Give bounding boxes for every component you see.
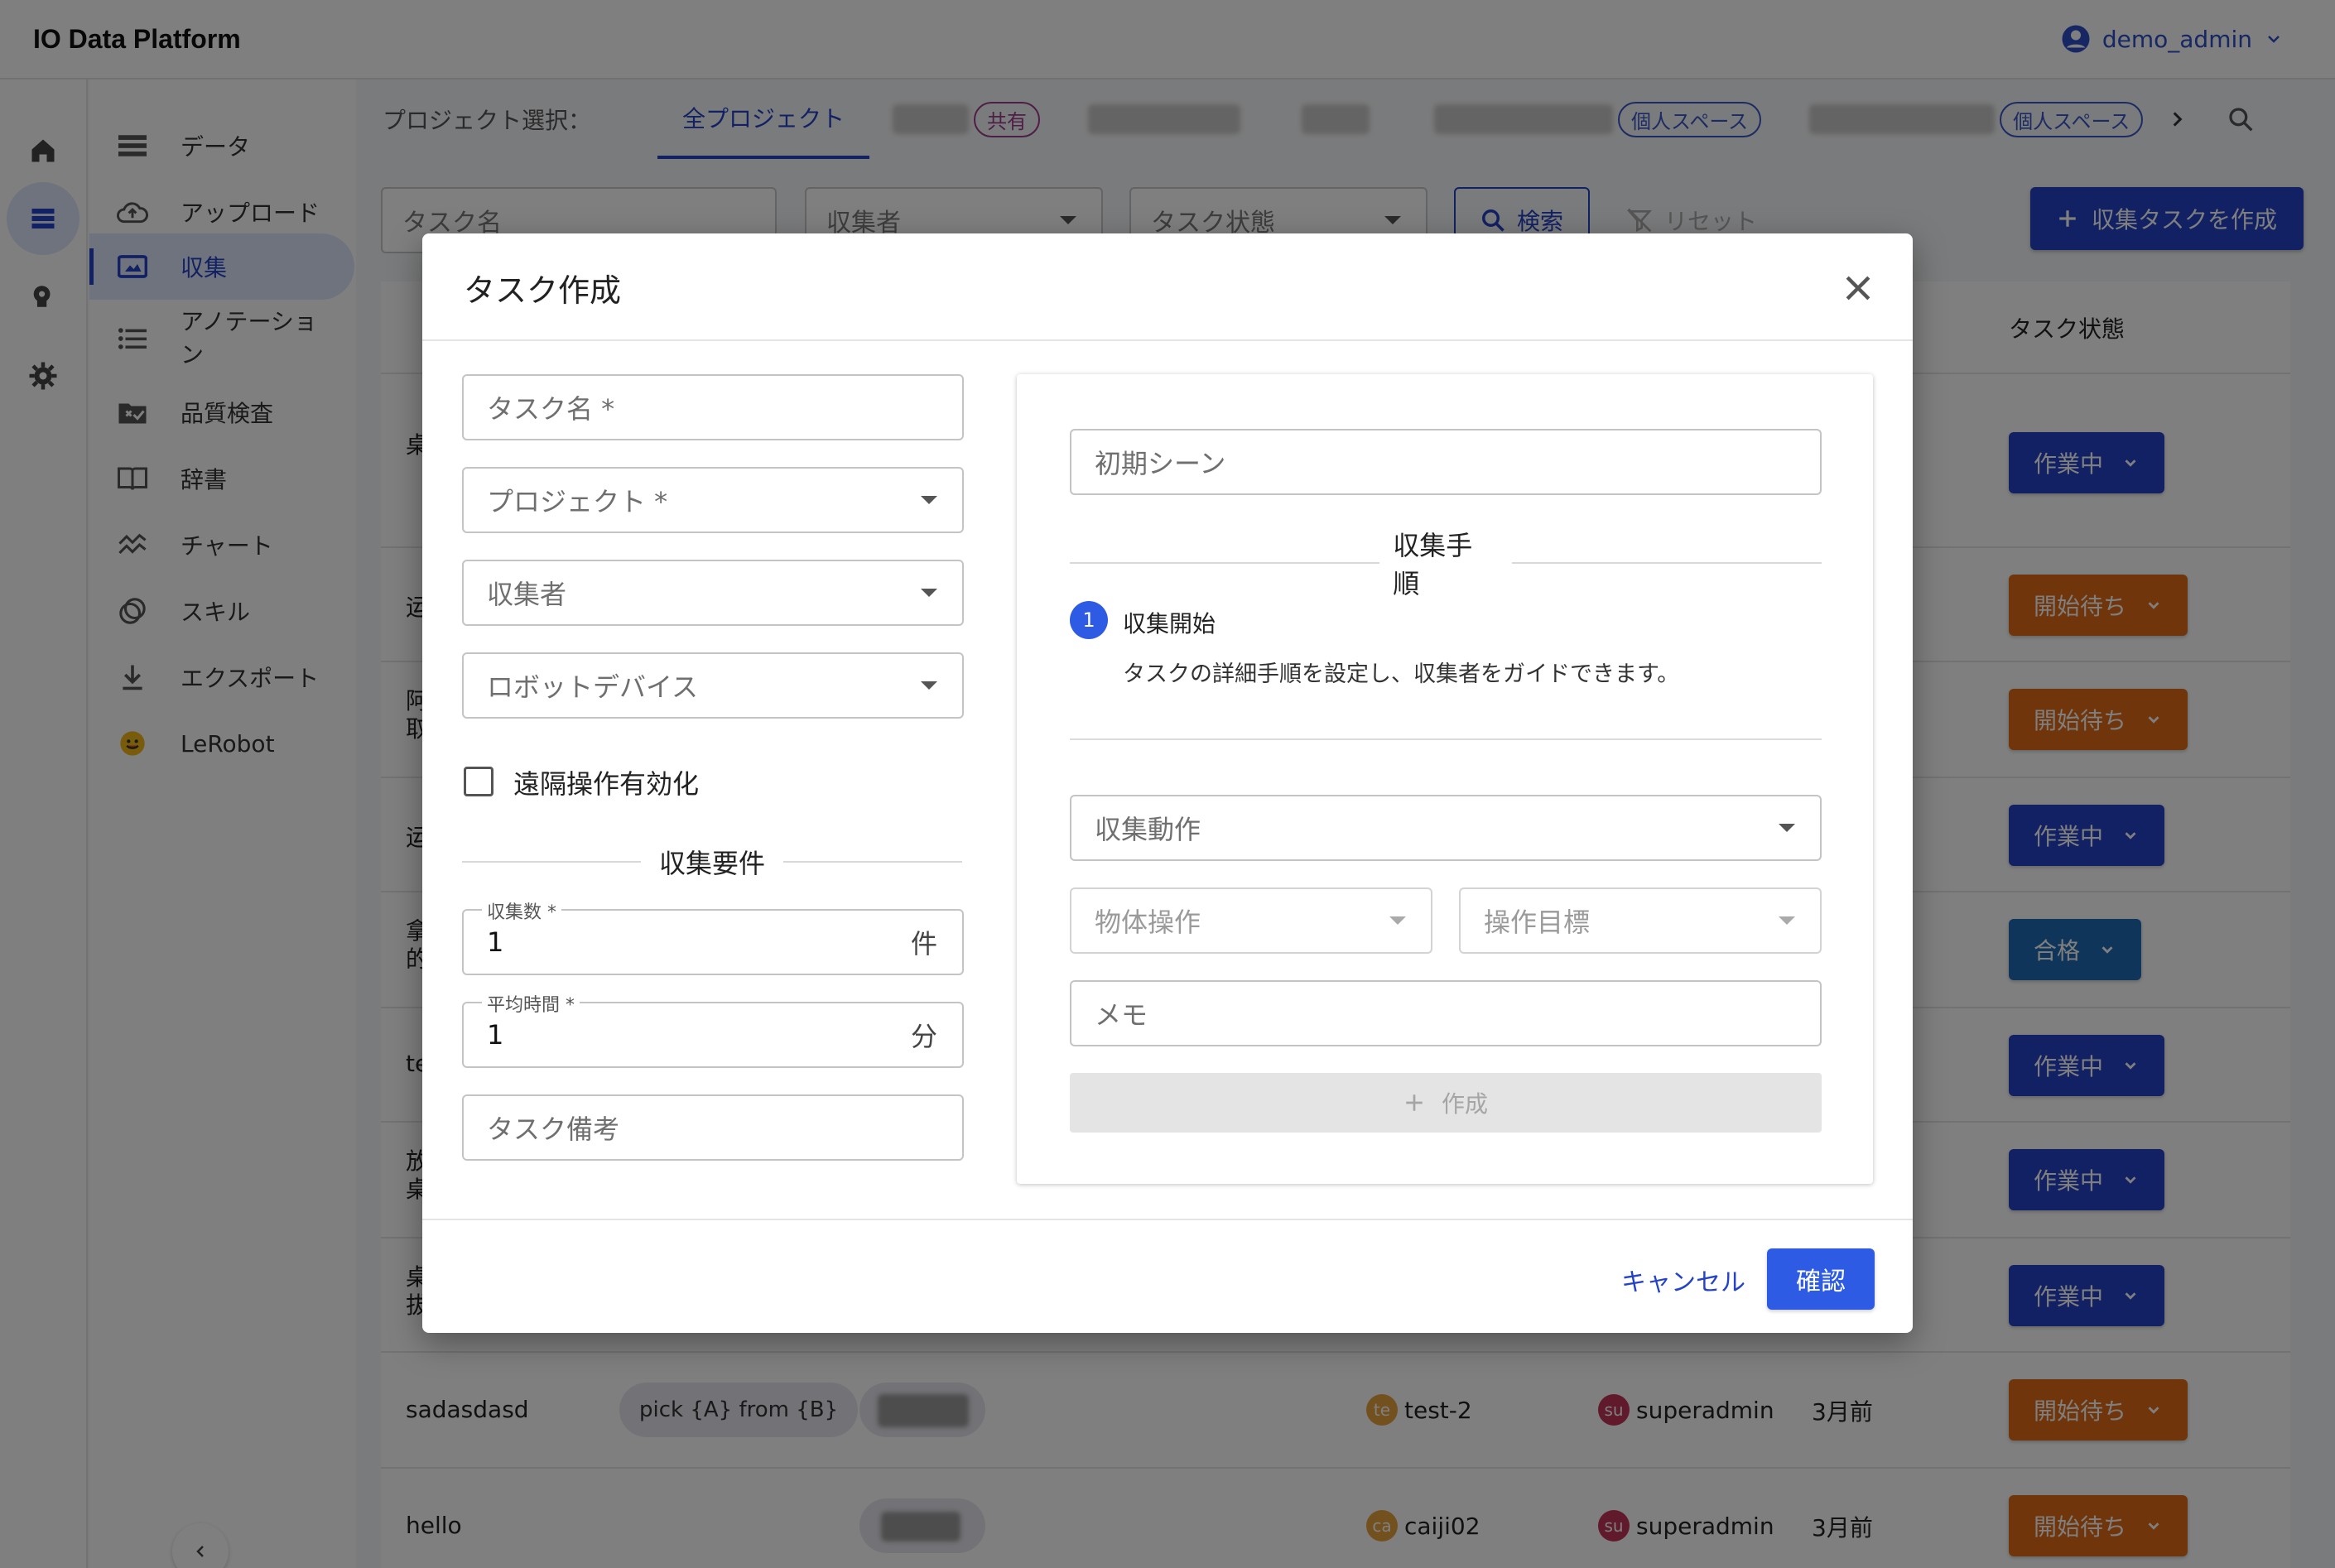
remote-operation-label: 遠隔操作有効化: [513, 768, 700, 800]
step-description: タスクの詳細手順を設定し、収集者をガイドできます。: [1123, 661, 1680, 687]
requirements-divider: 収集要件: [462, 843, 964, 881]
dialog-title: タスク作成: [464, 272, 622, 309]
steps-title: 収集手順: [1393, 530, 1473, 599]
step-title: 収集開始: [1123, 610, 1216, 637]
dialog-header: タスク作成: [422, 233, 1913, 341]
caret-down-icon: [1779, 824, 1795, 832]
object-select-label: 物体操作: [1095, 907, 1201, 938]
collection-count-input[interactable]: 収集数 * 1 件: [462, 897, 964, 975]
requirements-title: 収集要件: [659, 848, 766, 879]
action-select-label: 収集動作: [1095, 814, 1201, 845]
cancel-button[interactable]: キャンセル: [1621, 1262, 1745, 1298]
plus-icon: [1406, 1094, 1423, 1111]
avg-time-label: 平均時間 *: [482, 990, 580, 1017]
divider-line: [1070, 738, 1822, 740]
collector-select-label: 収集者: [487, 579, 567, 610]
add-step-button[interactable]: 作成: [1070, 1073, 1822, 1133]
memo-input[interactable]: メモ: [1070, 980, 1822, 1046]
collection-action-select[interactable]: 収集動作: [1070, 795, 1822, 861]
count-value: 1: [487, 926, 504, 958]
caret-down-icon: [921, 681, 937, 690]
dialog-footer: キャンセル 確認: [422, 1219, 1913, 1333]
step-number-badge: 1: [1070, 601, 1108, 639]
object-operation-select[interactable]: 物体操作: [1070, 887, 1432, 954]
caret-down-icon: [921, 496, 937, 504]
collector-select[interactable]: 収集者: [462, 560, 964, 626]
add-step-label: 作成: [1441, 1090, 1488, 1118]
robot-device-select[interactable]: ロボットデバイス: [462, 652, 964, 719]
count-label: 収集数 *: [482, 897, 561, 924]
caret-down-icon: [921, 589, 937, 597]
remote-operation-checkbox[interactable]: [464, 767, 493, 796]
project-select-label: プロジェクト *: [487, 486, 668, 517]
steps-panel: 初期シーン 収集手順 1 収集開始 タスクの詳細手順を設定し、収集者をガイドでき…: [1017, 374, 1873, 1184]
confirm-button[interactable]: 確認: [1767, 1248, 1875, 1310]
avg-time-unit: 分: [910, 1021, 937, 1052]
count-unit: 件: [910, 928, 937, 960]
create-task-dialog: タスク作成 タスク名 * プロジェクト * 収集者 ロボットデバイス 遠隔操作有…: [422, 233, 1913, 1333]
task-note-input[interactable]: タスク備考: [462, 1094, 964, 1161]
operation-target-select[interactable]: 操作目標: [1459, 887, 1822, 954]
project-select[interactable]: プロジェクト *: [462, 467, 964, 533]
steps-divider: 収集手順: [1070, 525, 1822, 601]
task-name-input[interactable]: タスク名 *: [462, 374, 964, 440]
caret-down-icon: [1389, 916, 1406, 925]
close-icon[interactable]: [1840, 270, 1876, 306]
robot-select-label: ロボットデバイス: [487, 671, 699, 703]
avg-time-value: 1: [487, 1019, 504, 1051]
initial-scene-input[interactable]: 初期シーン: [1070, 429, 1822, 495]
caret-down-icon: [1779, 916, 1795, 925]
target-select-label: 操作目標: [1484, 907, 1591, 938]
average-time-input[interactable]: 平均時間 * 1 分: [462, 990, 964, 1068]
